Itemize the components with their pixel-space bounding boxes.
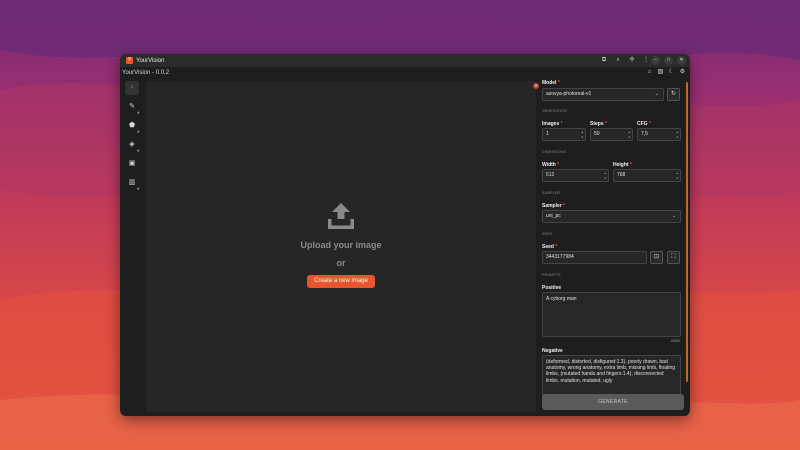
moon-icon[interactable]: ☾ — [668, 68, 675, 77]
app-title: YourVision — [136, 57, 165, 64]
section-dimensions: DIMENSIONS — [542, 150, 567, 154]
positive-prompt-textarea[interactable]: A cyborg man — [542, 292, 681, 337]
chevron-down-icon: ⌄ — [654, 91, 659, 97]
generate-button[interactable]: GENERATE — [542, 394, 684, 410]
positive-label: Positive — [542, 285, 562, 291]
brush-icon: ✎ — [129, 103, 135, 110]
seed-label: Seed * — [542, 244, 558, 250]
chevron-down-icon: ⌄ — [671, 213, 676, 219]
image-icon[interactable]: ▨ — [657, 68, 664, 77]
zoom-tool-button[interactable]: ⌕ — [125, 81, 139, 95]
gear-icon[interactable]: ⚙ — [679, 68, 686, 77]
image-canvas[interactable]: Upload your image or Create a new image — [146, 81, 536, 412]
panel-scrollbar[interactable] — [686, 82, 688, 382]
seed-input[interactable]: 3443177984 — [542, 251, 647, 264]
title-bar: Y YourVision ⧉ ⌕ ✣ ⋮ – □ ✕ — [120, 54, 690, 67]
close-canvas-icon[interactable]: ✕ — [533, 83, 539, 89]
save-icon: ▣ — [128, 160, 136, 167]
positive-char-count: 0/300 — [671, 339, 680, 343]
sampler-select[interactable]: uni_pc ⌄ — [542, 210, 681, 223]
model-select[interactable]: azovya-photoreal-v1 ⌄ — [542, 88, 664, 101]
model-label: Model * — [542, 80, 560, 86]
close-window-button[interactable]: ✕ — [677, 56, 686, 65]
cfg-label: CFG * — [637, 121, 651, 127]
images-label: Images * — [542, 121, 563, 127]
search-tool-icon: ⌕ — [130, 84, 134, 91]
steps-label: Steps * — [590, 121, 607, 127]
maximize-button[interactable]: □ — [664, 56, 673, 65]
trash-icon: ▥ — [128, 179, 136, 186]
lock-seed-button[interactable]: ⊡ — [650, 251, 663, 264]
height-input[interactable]: 768 ▴ ▾ — [613, 169, 681, 182]
lock-icon: ⊡ — [653, 254, 660, 260]
fill-icon: ◈ — [129, 141, 135, 148]
or-separator: or — [336, 258, 346, 268]
random-seed-button[interactable]: ⛶ — [667, 251, 680, 264]
upload-text: Upload your image — [300, 240, 382, 250]
negative-label: Negative — [542, 348, 563, 354]
create-new-image-button[interactable]: Create a new image — [307, 275, 375, 288]
translate-icon[interactable]: ⧉ — [600, 56, 608, 65]
upload-icon — [328, 203, 354, 229]
tool-sidebar: ⌕ ✎ ◢ ⬟ ◢ ◈ ◢ ▣ ▥ ◢ — [123, 81, 141, 195]
section-sampler: SAMPLER — [542, 191, 561, 195]
settings-panel: Model * azovya-photoreal-v1 ⌄ ↻ GENERATIO… — [540, 78, 688, 416]
steps-input[interactable]: 50 ▴ ▾ — [590, 128, 633, 141]
negative-prompt-textarea[interactable]: (deformed, distorted, disfigured:1.3), p… — [542, 355, 681, 395]
app-logo-icon: Y — [126, 57, 133, 64]
refresh-icon: ↻ — [670, 91, 677, 97]
expand-icon: ⛶ — [671, 254, 676, 260]
width-input[interactable]: 512 ▴ ▾ — [542, 169, 609, 182]
fill-tool-button[interactable]: ◈ ◢ — [125, 138, 139, 152]
search-icon[interactable]: ⌕ — [614, 56, 622, 65]
cfg-input[interactable]: 7,5 ▴ ▾ — [637, 128, 681, 141]
delete-tool-button[interactable]: ▥ ◢ — [125, 176, 139, 190]
save-tool-button[interactable]: ▣ — [125, 157, 139, 171]
more-icon[interactable]: ⋮ — [642, 56, 650, 65]
width-label: Width * — [542, 162, 560, 168]
height-label: Height * — [613, 162, 632, 168]
eraser-tool-button[interactable]: ⬟ ◢ — [125, 119, 139, 133]
refresh-models-button[interactable]: ↻ — [667, 88, 680, 101]
images-input[interactable]: 1 ▴ ▾ — [542, 128, 586, 141]
section-seed: SEED — [542, 232, 553, 236]
minimize-button[interactable]: – — [651, 56, 660, 65]
brush-tool-button[interactable]: ✎ ◢ — [125, 100, 139, 114]
header-bar: YourVision - 0.0.2 ⌂ ▨ ☾ ⚙ — [120, 67, 690, 78]
section-generation: GENERATION — [542, 109, 567, 113]
app-window: Y YourVision ⧉ ⌕ ✣ ⋮ – □ ✕ YourVision - … — [120, 54, 690, 416]
version-label: YourVision - 0.0.2 — [122, 69, 170, 76]
eraser-icon: ⬟ — [128, 122, 136, 129]
home-icon[interactable]: ⌂ — [646, 68, 653, 77]
puzzle-icon[interactable]: ✣ — [628, 56, 636, 65]
sampler-label: Sampler * — [542, 203, 566, 209]
section-prompts: PROMPTS — [542, 273, 561, 277]
